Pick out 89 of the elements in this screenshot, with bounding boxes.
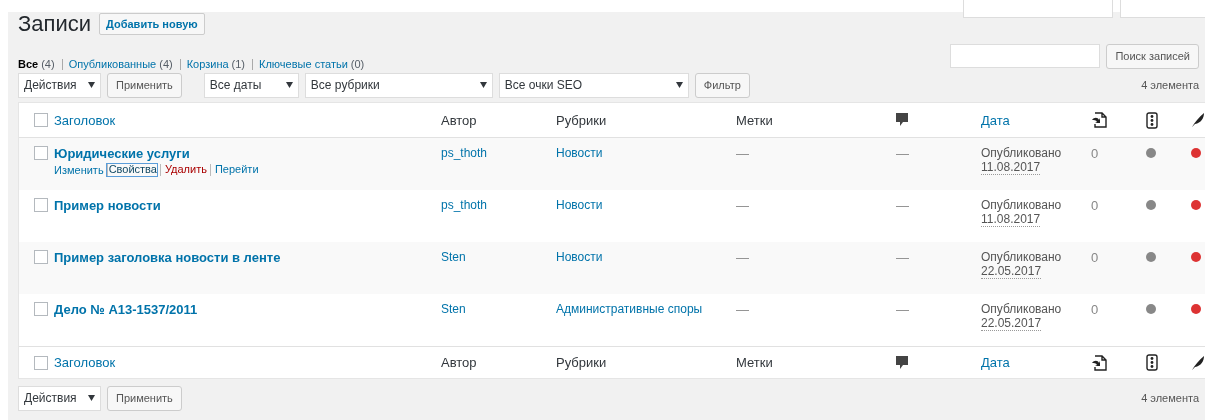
document-arrow-icon [1091,354,1107,371]
caret-icon [675,82,683,88]
publish-date: 22.05.2017 [981,316,1042,331]
tags-cell: — [736,302,749,317]
column-header: Автор [441,112,477,128]
item-count: 4 элемента [1141,392,1199,404]
item-count: 4 элемента [1141,79,1199,91]
caret-icon [88,82,95,88]
category-link[interactable]: Новости [556,146,603,160]
tags-cell: — [736,250,749,265]
status-filter-link[interactable]: Ключевые статьи [252,58,348,70]
column-header[interactable]: Дата [981,355,1010,370]
caret-icon [88,395,95,401]
select-all-checkbox[interactable] [33,355,48,370]
publish-status: Опубликовано [981,198,1062,212]
tags-cell: — [736,198,749,213]
post-title-link[interactable]: Дело № А13-1537/2011 [54,302,198,317]
apply-button[interactable]: Применить [107,385,182,411]
column-header[interactable]: Заголовок [54,355,116,370]
column-header: Метки [736,112,773,128]
status-count: (4) [41,58,55,70]
traffic-light-icon [1146,354,1158,371]
publish-date: 11.08.2017 [981,212,1041,227]
page-title: Записи [18,11,91,37]
status-count: (1) [231,58,246,70]
add-new-button[interactable]: Добавить новую [99,13,205,35]
comments-cell: — [896,198,909,213]
column-header: Метки [736,355,773,370]
row-checkbox[interactable] [33,250,48,264]
publish-date: 22.05.2017 [981,264,1042,279]
row-checkbox[interactable] [33,198,48,212]
filter-dropdown[interactable]: Все даты [203,72,299,98]
feather-icon [1191,354,1205,371]
links-count: 0 [1091,198,1099,213]
comments-cell: — [896,302,909,317]
select-all-checkbox[interactable] [33,113,48,127]
tags-cell: — [736,146,749,161]
filter-dropdown[interactable]: Все рубрики [304,72,493,98]
column-header[interactable]: Заголовок [54,112,116,128]
status-filter-link[interactable]: Все [18,58,39,70]
category-link[interactable]: Новости [556,198,603,212]
publish-date: 11.08.2017 [981,160,1041,175]
search-field[interactable] [950,43,1101,68]
caret-icon [479,82,487,88]
search-button[interactable]: Поиск записей [1106,43,1199,69]
document-arrow-icon [1091,112,1107,128]
publish-status: Опубликовано [981,146,1062,160]
post-title-link[interactable]: Юридические услуги [54,146,190,161]
links-count: 0 [1091,146,1099,161]
links-count: 0 [1091,302,1099,317]
author-link[interactable]: Sten [441,250,466,264]
category-link[interactable]: Административные споры [556,302,703,316]
bulk-actions-dropdown[interactable]: Действия [18,385,101,411]
row-checkbox[interactable] [33,146,48,160]
row-action-link[interactable]: Перейти [209,164,259,176]
screen-options-tab[interactable] [963,0,1113,18]
row-checkbox[interactable] [33,302,48,316]
comments-cell: — [896,146,909,161]
publish-status: Опубликовано [981,302,1062,316]
row-action-link[interactable]: Удалить [159,164,207,176]
status-filter-link[interactable]: Корзина [179,58,229,70]
publish-status: Опубликовано [981,250,1062,264]
column-header: Рубрики [556,355,607,370]
author-link[interactable]: ps_thoth [441,198,488,212]
row-action-link[interactable]: Изменить [54,164,104,176]
author-link[interactable]: ps_thoth [441,146,488,160]
caret-icon [285,82,293,88]
column-header[interactable]: Дата [981,112,1010,128]
bulk-actions-dropdown[interactable]: Действия [18,72,101,98]
column-header: Рубрики [556,112,607,128]
status-count: (0) [350,58,365,70]
comments-cell: — [896,250,909,265]
comment-icon [896,355,908,370]
post-title-link[interactable]: Пример заголовка новости в ленте [54,250,281,265]
traffic-light-icon [1146,111,1158,129]
help-tab[interactable] [1120,0,1205,18]
column-header: Автор [441,355,477,370]
filter-button[interactable]: Фильтр [694,72,750,98]
author-link[interactable]: Sten [441,302,466,316]
row-action-link[interactable]: Свойства [106,164,157,176]
apply-button[interactable]: Применить [107,72,182,98]
comment-icon [896,113,908,127]
filter-dropdown[interactable]: Все очки SEO [498,72,689,98]
status-filter-link[interactable]: Опубликованные [61,58,157,70]
status-count: (4) [159,58,173,70]
category-link[interactable]: Новости [556,250,603,264]
feather-icon [1191,112,1205,128]
links-count: 0 [1091,250,1099,265]
post-title-link[interactable]: Пример новости [54,198,161,213]
